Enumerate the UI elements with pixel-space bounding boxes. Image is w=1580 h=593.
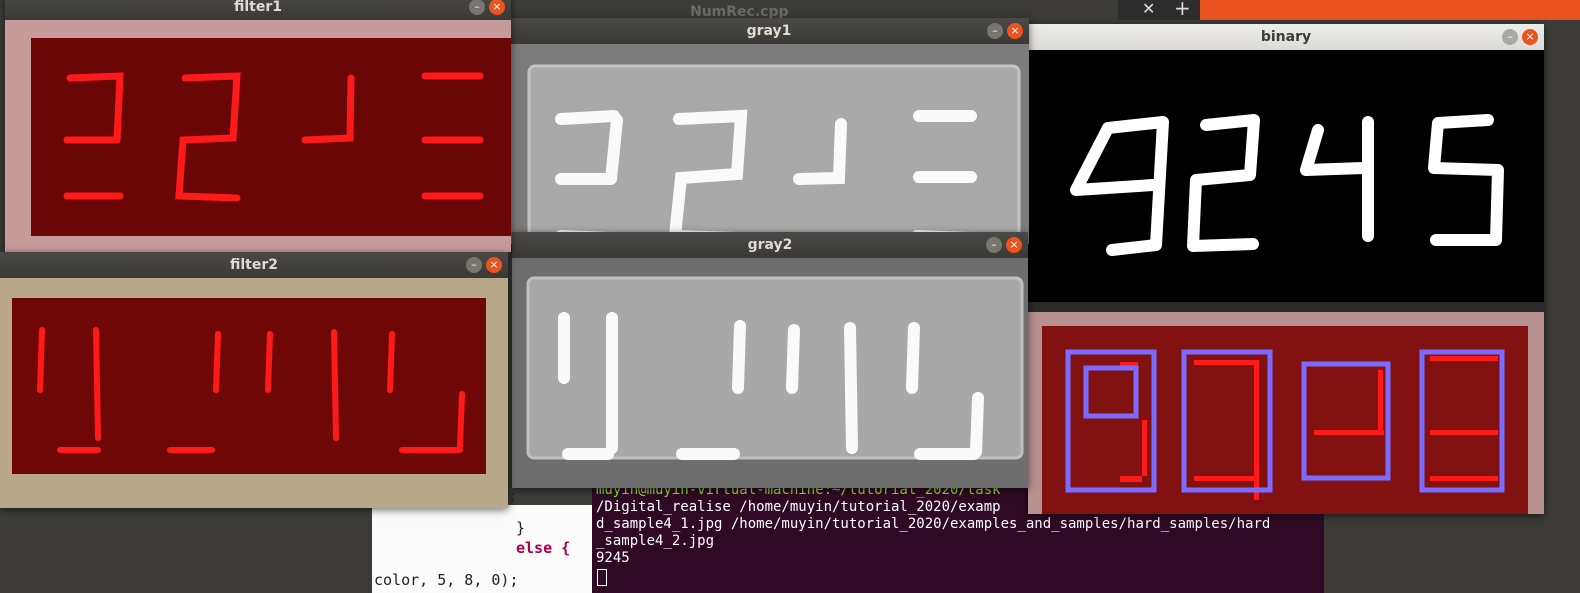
window-title: filter1 — [233, 0, 282, 15]
window-title: filter2 — [229, 257, 278, 273]
code-line: color, 5, 8, 0); — [374, 571, 519, 589]
close-button[interactable]: × — [1006, 237, 1022, 253]
terminal-line: _sample4_2.jpg — [596, 533, 715, 549]
code-line: } — [516, 519, 526, 537]
window-title: gray1 — [746, 23, 792, 39]
binary-content — [1028, 50, 1544, 514]
gray2-window[interactable]: gray2 – × — [512, 232, 1028, 488]
close-button[interactable]: × — [486, 257, 502, 273]
filter1-content — [5, 20, 511, 252]
binary-window[interactable]: binary – × — [1028, 24, 1544, 514]
filter2-window[interactable]: filter2 – × — [0, 252, 508, 508]
browser-page-preview — [1200, 0, 1580, 20]
close-button[interactable]: × — [1007, 23, 1023, 39]
gray1-titlebar[interactable]: gray1 — [509, 18, 1029, 44]
window-title: gray2 — [747, 237, 793, 253]
minimize-button[interactable]: – — [987, 23, 1003, 39]
binary-canvas — [1028, 50, 1544, 514]
terminal-cursor — [597, 569, 607, 586]
gray1-window[interactable]: gray1 – × — [509, 18, 1029, 244]
minimize-button[interactable]: – — [466, 257, 482, 273]
window-title: binary — [1260, 29, 1312, 45]
close-button[interactable]: × — [1522, 29, 1538, 45]
new-tab-icon[interactable]: + — [1174, 0, 1191, 20]
terminal-line: /Digital_realise /home/muyin/tutorial_20… — [596, 499, 1001, 515]
minimize-button[interactable]: – — [986, 237, 1002, 253]
filter1-window[interactable]: filter1 – × — [5, 0, 511, 252]
gray1-content — [509, 44, 1029, 244]
filter2-titlebar[interactable]: filter2 — [0, 252, 508, 278]
browser-tab-strip: ✕ + — [1118, 0, 1580, 20]
filter2-content — [0, 278, 508, 508]
minimize-button[interactable]: – — [1502, 29, 1518, 45]
code-editor-fragment: } else { color, 5, 8, 0); ; — [372, 487, 594, 593]
tab-close-icon[interactable]: ✕ — [1142, 0, 1155, 18]
terminal-line: d_sample4_1.jpg /home/muyin/tutorial_202… — [596, 516, 1271, 532]
gray2-content — [512, 258, 1028, 488]
code-line: ; — [508, 487, 518, 505]
code-line: else { — [516, 539, 571, 557]
binary-titlebar[interactable]: binary — [1028, 24, 1544, 50]
terminal-output: 9245 — [596, 550, 630, 566]
gray2-titlebar[interactable]: gray2 — [512, 232, 1028, 258]
filter1-titlebar[interactable]: filter1 — [5, 0, 511, 20]
